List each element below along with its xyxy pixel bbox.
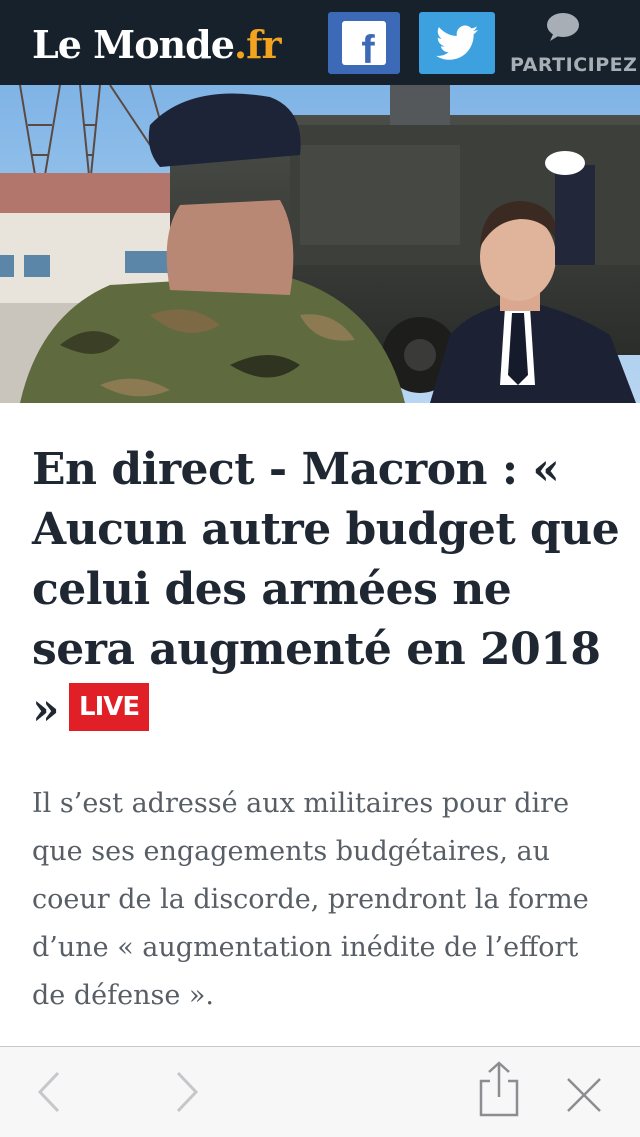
article-summary: Il s’est adressé aux militaires pour dir… <box>32 788 589 1011</box>
facebook-glyph: f <box>361 28 375 65</box>
forward-button[interactable] <box>166 1067 206 1117</box>
share-icon <box>479 1061 519 1117</box>
comment-bubble-icon <box>547 13 579 41</box>
site-header: Le Monde.fr f PARTICIPEZ <box>0 0 640 85</box>
participez-button[interactable]: PARTICIPEZ <box>510 10 638 78</box>
facebook-icon: f <box>342 21 386 65</box>
chevron-right-icon <box>176 1071 199 1113</box>
browser-toolbar <box>0 1046 640 1137</box>
twitter-icon <box>436 25 478 60</box>
facebook-share-button[interactable]: f <box>328 12 400 74</box>
article-headline[interactable]: En direct - Macron : « Aucun autre budge… <box>32 440 622 740</box>
participez-label: PARTICIPEZ <box>510 54 638 76</box>
live-badge: LIVE <box>69 682 150 731</box>
twitter-share-button[interactable] <box>419 12 495 74</box>
article-photo <box>0 85 640 403</box>
close-button[interactable] <box>562 1073 606 1117</box>
close-icon <box>567 1078 601 1112</box>
chevron-left-icon <box>37 1071 60 1113</box>
share-button[interactable] <box>476 1059 522 1119</box>
site-logo[interactable]: Le Monde.fr <box>32 20 282 70</box>
hero-photo[interactable] <box>0 85 640 403</box>
building-roof <box>0 173 190 213</box>
back-button[interactable] <box>30 1067 70 1117</box>
logo-tld: .fr <box>233 22 282 67</box>
logo-text: Le Monde <box>32 22 235 67</box>
